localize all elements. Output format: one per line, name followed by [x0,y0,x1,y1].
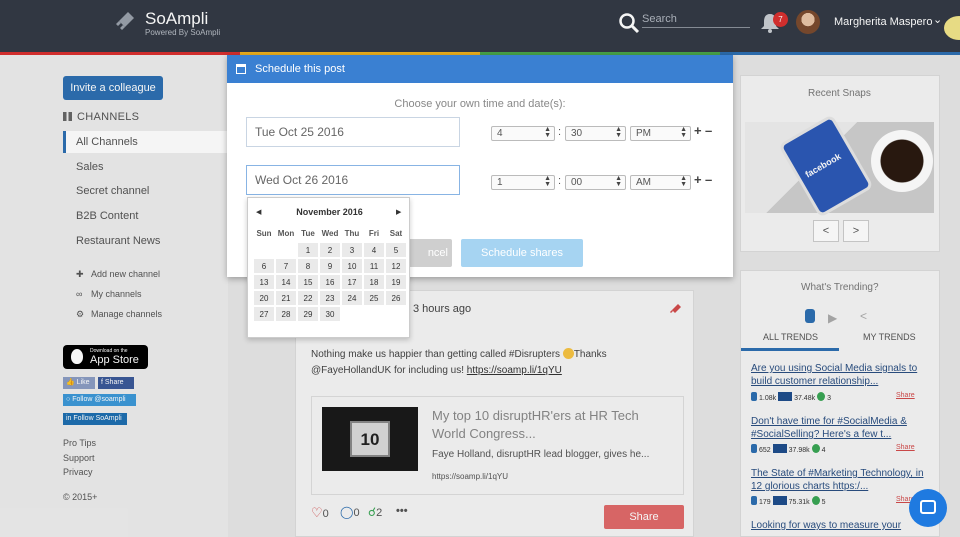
chat-launcher-button[interactable] [909,489,947,527]
ampm-select-2[interactable]: AM ▲ ▼ [630,175,691,190]
calendar-day[interactable]: 5 [385,242,407,258]
add-time-icon[interactable]: + [694,172,702,187]
updown-icon: ▲ ▼ [680,126,687,139]
calendar-day[interactable]: 25 [363,290,385,306]
calendar-empty [385,306,407,322]
time-colon: : [558,126,562,138]
weekday-label: Mon [277,229,295,238]
minute-value-2: 00 [571,177,583,188]
calendar-day[interactable]: 18 [363,274,385,290]
calendar-day[interactable]: 4 [363,242,385,258]
calendar-day[interactable]: 22 [297,290,319,306]
minute-select-1[interactable]: 30 ▲ ▼ [565,126,626,141]
calendar-day[interactable]: 3 [341,242,363,258]
calendar-day[interactable]: 17 [341,274,363,290]
ampm-select-1[interactable]: PM ▲ ▼ [630,126,691,141]
weekday-label: Sun [256,229,272,238]
calendar-grid: Sun Mon Tue Wed Thu Fri Sat 1 2 3 4 5 6 7 8 9 10 11 12 13 14… [253,226,407,322]
time-colon: : [558,175,562,187]
minute-select-2[interactable]: 00 ▲ ▼ [565,175,626,190]
calendar-empty [275,242,297,258]
hour-value-1: 4 [497,128,503,139]
calendar-day[interactable]: 9 [319,258,341,274]
calendar-day[interactable]: 15 [297,274,319,290]
calendar-day[interactable]: 28 [275,306,297,322]
updown-icon: ▲ ▼ [680,175,687,188]
calendar-day[interactable]: 1 [297,242,319,258]
weekday-label: Wed [321,229,339,238]
calendar-day[interactable]: 21 [275,290,297,306]
calendar-day[interactable]: 27 [253,306,275,322]
calendar-week: 20 21 22 23 24 25 26 [253,290,407,306]
weekday-label: Sat [389,229,403,238]
calendar-week: 12345 [253,242,407,258]
hour-select-1[interactable]: 4 ▲ ▼ [491,126,555,141]
remove-time-icon[interactable]: – [705,172,712,187]
calendar-day[interactable]: 12 [385,258,407,274]
modal-prompt: Choose your own time and date(s): [394,98,566,110]
modal-header: Schedule this post [227,55,733,83]
calendar-day[interactable]: 24 [341,290,363,306]
datepicker: ◀ November 2016 ▶ Sun Mon Tue Wed Thu Fri Sat 1… [247,197,410,338]
calendar-empty [253,242,275,258]
month-year: 2016 [342,207,363,217]
ampm-value-2: AM [636,177,651,188]
calendar-day[interactable]: 13 [253,274,275,290]
ampm-value-1: PM [636,128,651,139]
calendar-day[interactable]: 16 [319,274,341,290]
calendar-day[interactable]: 7 [275,258,297,274]
updown-icon: ▲ ▼ [544,126,551,139]
weekday-label: Thu [344,229,360,238]
add-time-icon[interactable]: + [694,123,702,138]
calendar-week: 6 7 8 9 10 11 12 [253,258,407,274]
calendar-day[interactable]: 20 [253,290,275,306]
updown-icon: ▲ ▼ [544,175,551,188]
calendar-day[interactable]: 30 [319,306,341,322]
calendar-week: 13 14 15 16 17 18 19 [253,274,407,290]
calendar-day[interactable]: 2 [319,242,341,258]
weekday-label: Tue [301,229,315,238]
calendar-empty [341,306,363,322]
schedule-shares-button[interactable]: Schedule shares [461,239,583,267]
updown-icon: ▲ ▼ [615,126,622,139]
calendar-day[interactable]: 10 [341,258,363,274]
modal-title: Schedule this post [255,63,345,75]
chat-icon [920,500,936,514]
weekday-label: Fri [368,229,380,238]
month-name: November [296,207,341,217]
calendar-week: 27 28 29 30 [253,306,407,322]
hour-value-2: 1 [497,177,503,188]
next-month-icon[interactable]: ▶ [396,208,401,216]
calendar-day[interactable]: 23 [319,290,341,306]
calendar-day[interactable]: 14 [275,274,297,290]
updown-icon: ▲ ▼ [615,175,622,188]
minute-value-1: 30 [571,128,583,139]
calendar-day[interactable]: 26 [385,290,407,306]
weekday-header: Sun Mon Tue Wed Thu Fri Sat [253,226,407,242]
calendar-day[interactable]: 29 [297,306,319,322]
calendar-day[interactable]: 11 [363,258,385,274]
calendar-day[interactable]: 19 [385,274,407,290]
date-input-1[interactable]: Tue Oct 25 2016 [246,117,460,147]
datepicker-month: November 2016 [248,207,411,217]
hour-select-2[interactable]: 1 ▲ ▼ [491,175,555,190]
calendar-day[interactable]: 8 [297,258,319,274]
remove-time-icon[interactable]: – [705,123,712,138]
calendar-empty [363,306,385,322]
calendar-icon [236,64,246,74]
calendar-day[interactable]: 6 [253,258,275,274]
date-input-2[interactable]: Wed Oct 26 2016 [246,165,460,195]
